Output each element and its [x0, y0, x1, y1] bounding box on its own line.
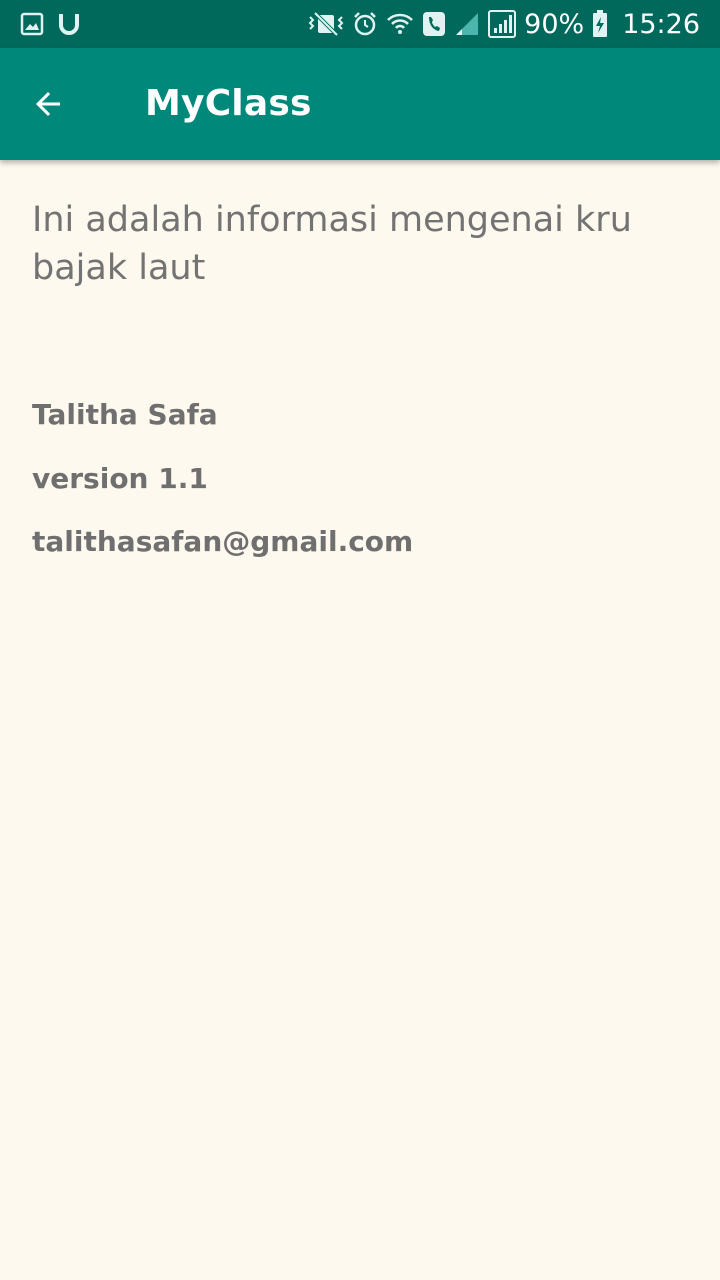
- battery-charging-icon: [592, 10, 608, 38]
- app-title: MyClass: [145, 83, 312, 124]
- signal-icon: [454, 11, 480, 37]
- call-icon: [422, 11, 446, 37]
- magnet-icon: [58, 12, 80, 36]
- status-bar-right: 90% 15:26: [308, 0, 700, 48]
- gallery-icon: [20, 12, 44, 36]
- description-text: Ini adalah informasi mengenai kru bajak …: [32, 200, 632, 288]
- wifi-icon: [386, 11, 414, 37]
- status-bar-left: [20, 0, 80, 48]
- alarm-icon: [352, 11, 378, 37]
- signal-full-icon: [488, 10, 517, 38]
- vibrate-icon: [308, 11, 344, 37]
- arrow-back-icon: [36, 92, 60, 116]
- back-button[interactable]: [16, 72, 80, 136]
- status-bar: 90% 15:26: [0, 0, 720, 48]
- app-bar: MyClass: [0, 48, 720, 160]
- version-text: version 1.1: [32, 462, 208, 495]
- email-text: talithasafan@gmail.com: [32, 525, 414, 558]
- clock: 15:26: [622, 8, 700, 40]
- author-name: Talitha Safa: [32, 398, 218, 431]
- content: Ini adalah informasi mengenai kru bajak …: [32, 196, 672, 292]
- battery-percent: 90%: [524, 8, 585, 40]
